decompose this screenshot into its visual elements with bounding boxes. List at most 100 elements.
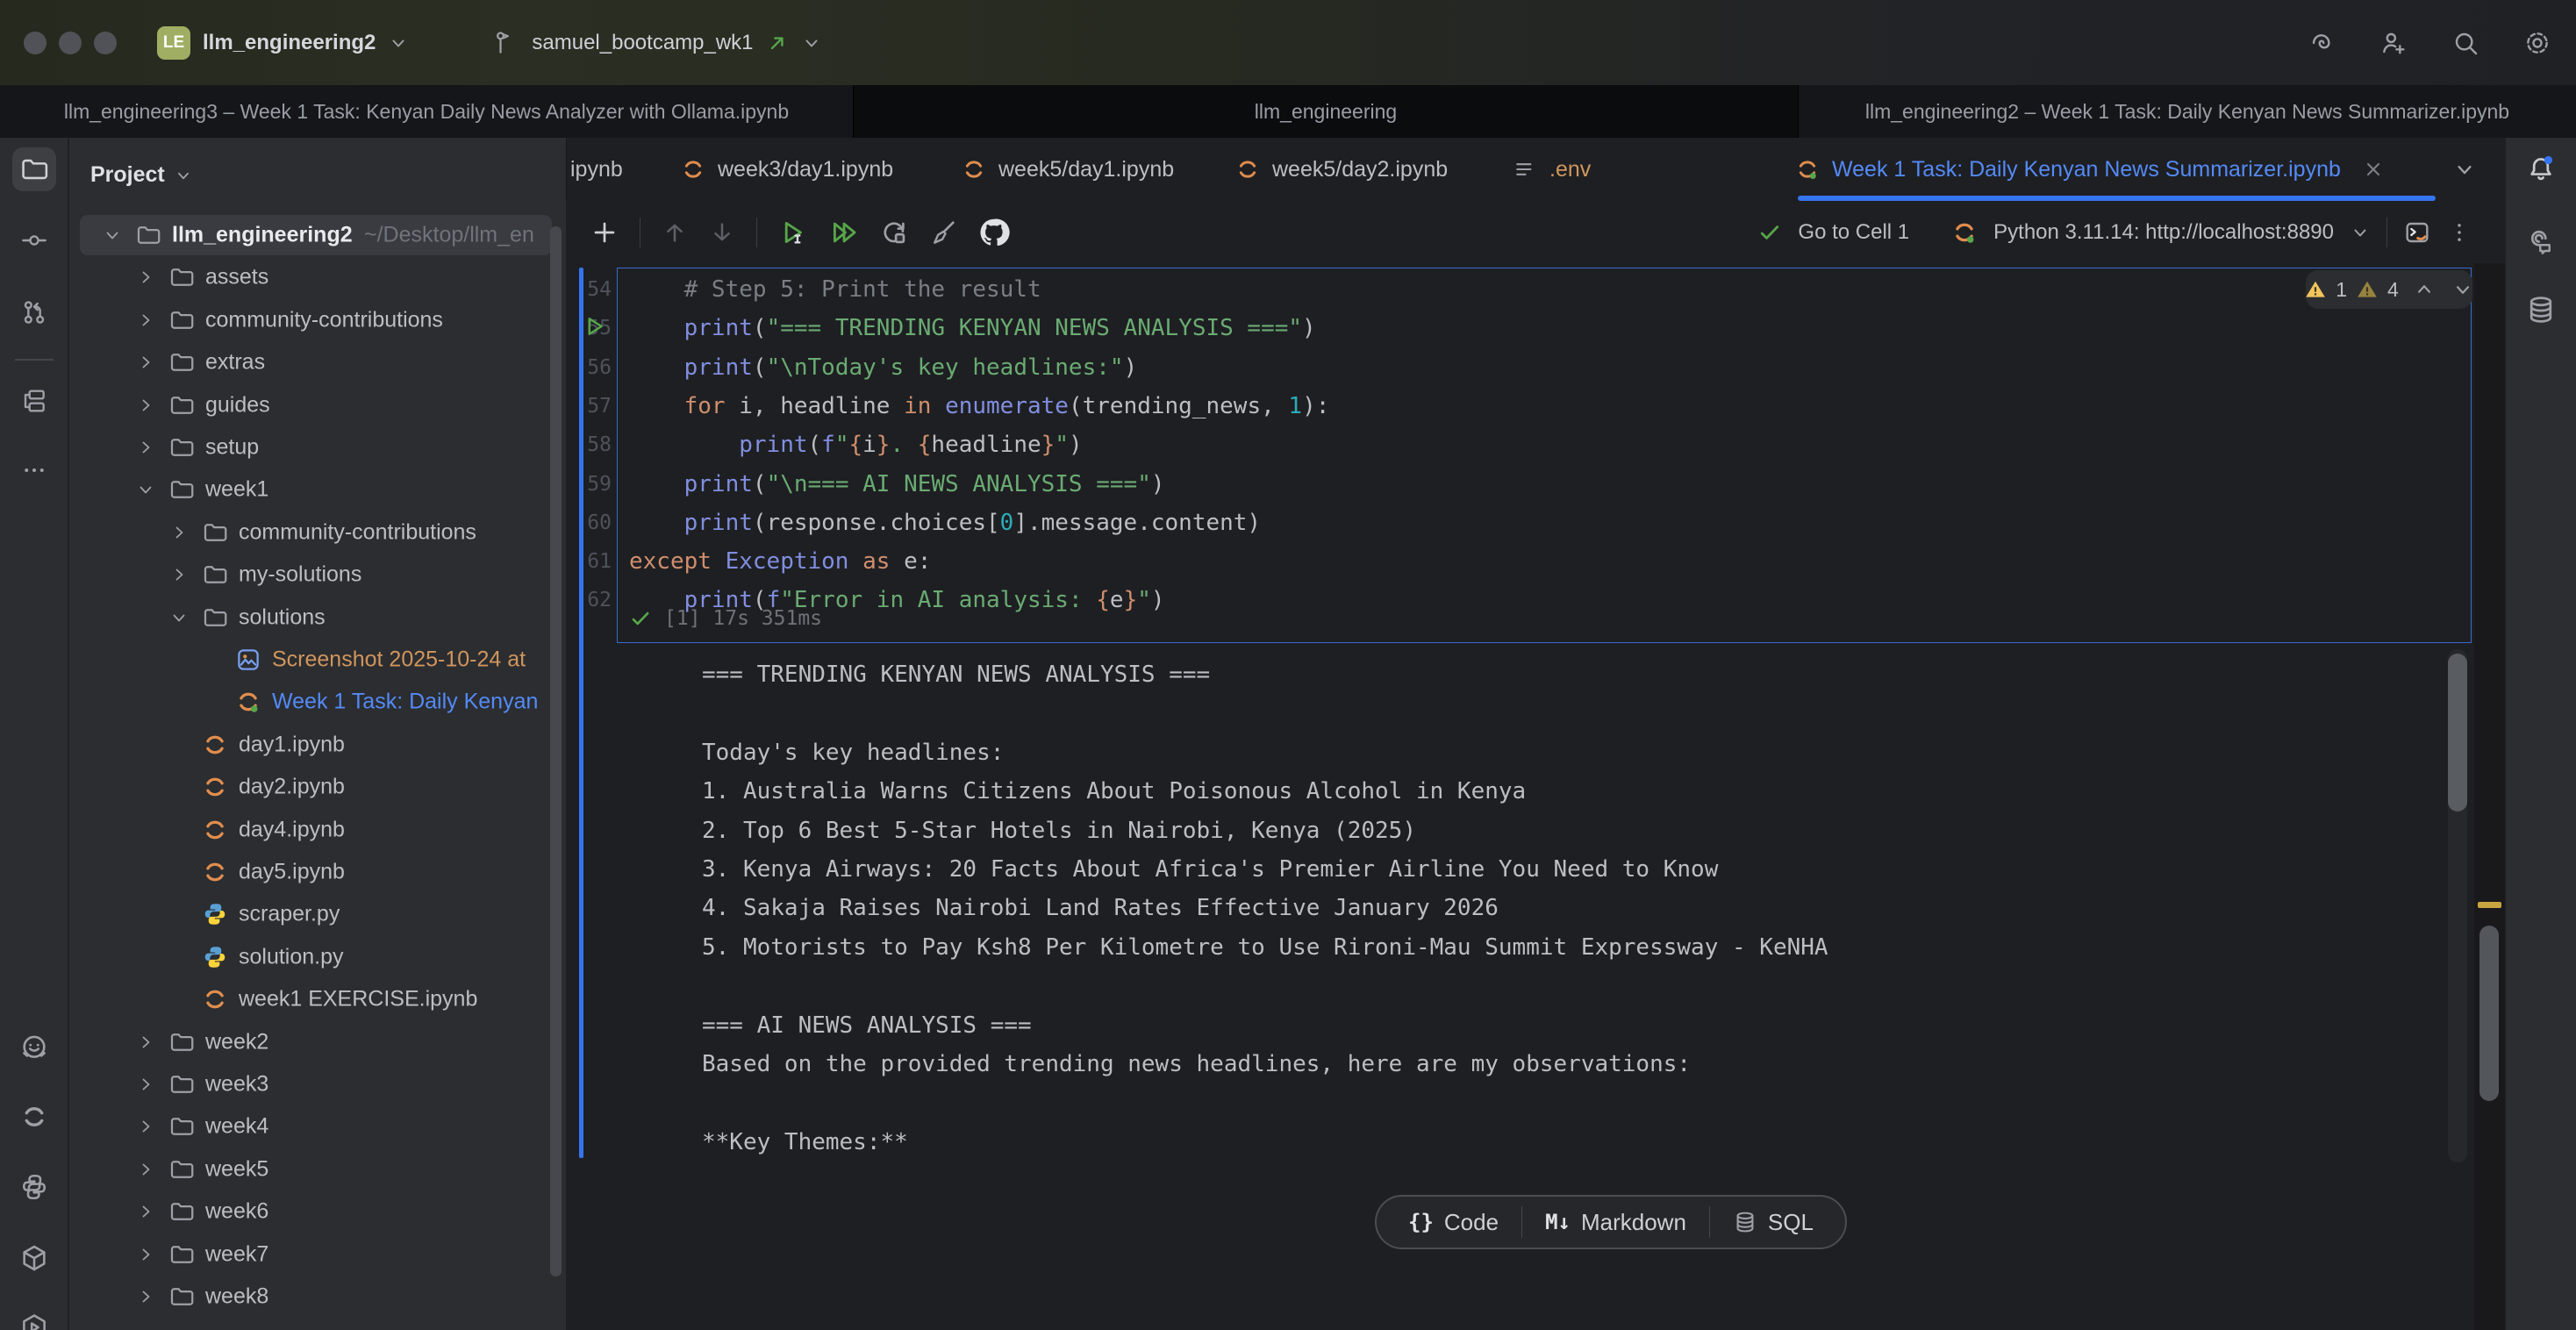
chevron-right-icon[interactable] <box>168 564 190 585</box>
chevron-right-icon[interactable] <box>135 1159 156 1180</box>
restart-kernel-icon[interactable] <box>880 218 908 247</box>
add-sql-cell-button[interactable]: SQL <box>1710 1197 1836 1248</box>
tree-item-solution-py[interactable]: solution.py <box>69 936 566 978</box>
tree-item-week6[interactable]: week6 <box>69 1191 566 1233</box>
tree-item-community-contributions[interactable]: community-contributions <box>69 511 566 554</box>
jupyter-console-icon[interactable] <box>2403 218 2431 247</box>
window-zoom-button[interactable] <box>94 32 117 54</box>
run-tool-icon[interactable] <box>19 1312 49 1330</box>
notifications-bell-icon[interactable] <box>2525 154 2557 185</box>
goto-cell-button[interactable]: Go to Cell 1 <box>1798 220 1909 245</box>
add-markdown-cell-button[interactable]: M↓Markdown <box>1522 1197 1709 1248</box>
chevron-right-icon[interactable] <box>135 1286 156 1307</box>
ai-chat-icon[interactable] <box>2525 225 2557 256</box>
tree-item-solutions[interactable]: solutions <box>69 597 566 639</box>
add-code-cell-button[interactable]: {}Code <box>1385 1197 1521 1248</box>
chevron-right-icon[interactable] <box>135 1074 156 1095</box>
window-tab[interactable]: llm_engineering <box>854 85 1799 138</box>
chevron-down-icon[interactable] <box>135 479 156 500</box>
chevron-down-icon[interactable] <box>2350 222 2371 243</box>
tree-item-day2-ipynb[interactable]: day2.ipynb <box>69 766 566 808</box>
tree-item-scraper-py[interactable]: scraper.py <box>69 893 566 935</box>
project-tree-scrollbar[interactable] <box>550 226 562 1276</box>
editor-tab-4[interactable]: .env <box>1513 138 1591 201</box>
python-packages-tool-icon[interactable] <box>19 1172 49 1202</box>
editor-tab-1[interactable]: week3/day1.ipynb <box>681 138 893 201</box>
editor-tab-active[interactable]: Week 1 Task: Daily Kenyan News Summarize… <box>1795 138 2385 201</box>
more-options-kebab-icon[interactable] <box>2447 220 2472 245</box>
add-cell-icon[interactable] <box>590 218 619 247</box>
tree-item-day5-ipynb[interactable]: day5.ipynb <box>69 851 566 893</box>
chevron-right-icon[interactable] <box>135 352 156 373</box>
chevron-down-icon[interactable] <box>168 607 190 628</box>
tree-item-llm-engineering2[interactable]: llm_engineering2~/Desktop/llm_en <box>69 214 566 256</box>
chevron-right-icon[interactable] <box>135 437 156 458</box>
database-tool-icon[interactable] <box>2525 294 2557 325</box>
chevron-right-icon[interactable] <box>135 395 156 416</box>
tree-item-week2[interactable]: week2 <box>69 1021 566 1063</box>
tree-item-guides[interactable]: guides <box>69 384 566 426</box>
hidden-tabs-chevron-icon[interactable] <box>2452 157 2477 182</box>
project-panel-header[interactable]: Project <box>90 162 193 188</box>
run-line-gutter-icon[interactable] <box>582 313 608 340</box>
tree-item-week8[interactable]: week8 <box>69 1276 566 1318</box>
tree-item-extras[interactable]: extras <box>69 341 566 383</box>
inspections-widget[interactable]: 1 4 <box>2306 270 2472 309</box>
tree-item-my-solutions[interactable]: my-solutions <box>69 554 566 596</box>
editor-tab-3[interactable]: week5/day2.ipynb <box>1235 138 1448 201</box>
tree-item-week4[interactable]: week4 <box>69 1105 566 1148</box>
move-cell-down-icon[interactable] <box>709 219 735 246</box>
more-tools-icon[interactable] <box>21 457 47 483</box>
next-problem-chevron-icon[interactable] <box>2451 278 2474 301</box>
tree-item-week-1-task-daily-kenyan[interactable]: Week 1 Task: Daily Kenyan <box>69 681 566 723</box>
tree-item-week1-exercise-ipynb[interactable]: week1 EXERCISE.ipynb <box>69 978 566 1020</box>
add-user-icon[interactable] <box>2379 29 2408 57</box>
tree-item-community-contributions[interactable]: community-contributions <box>69 299 566 341</box>
chevron-down-icon[interactable] <box>102 225 123 246</box>
run-cell-icon[interactable] <box>778 218 808 247</box>
tree-item-week7[interactable]: week7 <box>69 1233 566 1276</box>
chevron-right-icon[interactable] <box>135 310 156 331</box>
chevron-right-icon[interactable] <box>135 1032 156 1053</box>
tree-item-week1[interactable]: week1 <box>69 468 566 511</box>
editor-tab-2[interactable]: week5/day1.ipynb <box>962 138 1174 201</box>
editor-tab-0[interactable]: ipynb <box>570 138 623 201</box>
editor-scrollbar-thumb[interactable] <box>2479 926 2499 1101</box>
kernel-selector[interactable]: Python 3.11.14: http://localhost:8890 <box>1993 220 2334 245</box>
pull-requests-tool-icon[interactable] <box>20 298 48 326</box>
tree-item-assets[interactable]: assets <box>69 256 566 298</box>
warning-stripe-mark[interactable] <box>2478 902 2501 908</box>
search-icon[interactable] <box>2451 29 2479 57</box>
window-close-button[interactable] <box>24 32 47 54</box>
jupyter-tool-icon[interactable] <box>20 1103 48 1131</box>
chevron-down-icon[interactable] <box>388 32 409 54</box>
push-arrow-icon[interactable] <box>766 32 789 54</box>
settings-gear-icon[interactable] <box>2523 29 2551 57</box>
run-all-cells-icon[interactable] <box>829 218 859 247</box>
chevron-right-icon[interactable] <box>168 522 190 543</box>
chevron-right-icon[interactable] <box>135 1116 156 1137</box>
tree-item-env[interactable]: .env <box>69 1318 566 1330</box>
ai-assistant-icon[interactable] <box>2308 29 2336 57</box>
vcs-branch-widget[interactable]: samuel_bootcamp_wk1 <box>532 31 753 55</box>
output-scrollbar-thumb[interactable] <box>2448 654 2467 812</box>
tree-item-screenshot-2025-10-24-at[interactable]: Screenshot 2025-10-24 at <box>69 639 566 681</box>
structure-tool-icon[interactable] <box>20 387 48 415</box>
chevron-right-icon[interactable] <box>135 267 156 288</box>
tree-item-day1-ipynb[interactable]: day1.ipynb <box>69 724 566 766</box>
clear-outputs-icon[interactable] <box>929 218 957 247</box>
python-console-tool-icon[interactable] <box>19 1243 49 1273</box>
tree-item-setup[interactable]: setup <box>69 426 566 468</box>
project-switcher[interactable]: llm_engineering2 <box>203 31 376 55</box>
tree-item-week5[interactable]: week5 <box>69 1148 566 1191</box>
chevron-right-icon[interactable] <box>135 1244 156 1265</box>
close-tab-icon[interactable] <box>2362 158 2385 181</box>
github-icon[interactable] <box>978 217 1010 248</box>
window-tab[interactable]: llm_engineering2 – Week 1 Task: Daily Ke… <box>1799 85 2576 138</box>
huggingface-tool-icon[interactable] <box>19 1033 49 1062</box>
prev-problem-chevron-icon[interactable] <box>2413 278 2436 301</box>
window-minimize-button[interactable] <box>59 32 82 54</box>
tree-item-day4-ipynb[interactable]: day4.ipynb <box>69 809 566 851</box>
project-tool-icon[interactable] <box>19 154 49 184</box>
move-cell-up-icon[interactable] <box>662 219 688 246</box>
